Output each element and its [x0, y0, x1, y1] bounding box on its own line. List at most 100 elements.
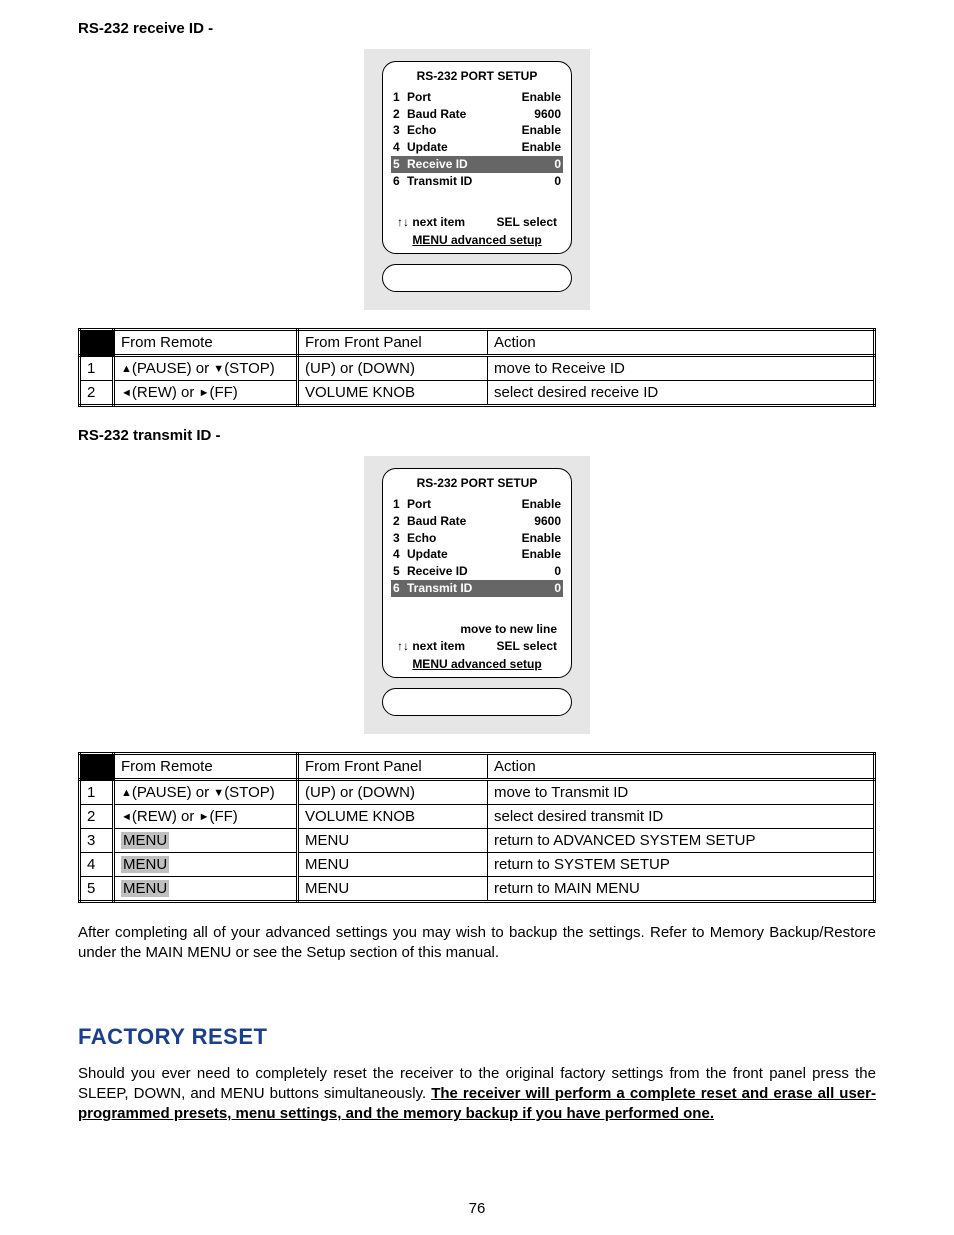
row-panel: (UP) or (DOWN): [298, 356, 488, 381]
row-remote: MENU: [114, 829, 298, 853]
lcd-row: 6Transmit ID0: [391, 580, 563, 597]
lcd-title: RS-232 PORT SETUP: [391, 475, 563, 492]
lcd-row-value: Enable: [522, 122, 561, 139]
table-header-remote: From Remote: [114, 754, 298, 780]
backup-paragraph: After completing all of your advanced se…: [78, 923, 876, 964]
lcd-rows: 1PortEnable2Baud Rate96003EchoEnable4Upd…: [391, 496, 563, 597]
lcd-screen: RS-232 PORT SETUP 1PortEnable2Baud Rate9…: [382, 61, 572, 254]
lcd-row-value: Enable: [522, 530, 561, 547]
table-header-blank: [80, 754, 114, 780]
lcd-row-num: 4: [393, 546, 407, 563]
table-header-panel: From Front Panel: [298, 330, 488, 356]
lcd-screen: RS-232 PORT SETUP 1PortEnable2Baud Rate9…: [382, 468, 572, 678]
lcd-hint-menu: MENU advanced setup: [391, 656, 563, 673]
lcd-row-num: 5: [393, 563, 407, 580]
lcd-rows: 1PortEnable2Baud Rate96003EchoEnable4Upd…: [391, 89, 563, 190]
row-panel: (UP) or (DOWN): [298, 780, 488, 805]
lcd-row-num: 6: [393, 173, 407, 190]
row-number: 2: [80, 805, 114, 829]
row-action: move to Receive ID: [488, 356, 875, 381]
table-header-remote: From Remote: [114, 330, 298, 356]
lcd-hints: move to new line ↑↓ next item SEL select…: [391, 621, 563, 673]
lcd-small-box: [382, 688, 572, 716]
lcd-row-value: Enable: [522, 139, 561, 156]
lcd-row: 2Baud Rate9600: [393, 106, 561, 123]
action-table-receive: From Remote From Front Panel Action 1▲(P…: [78, 328, 876, 407]
lcd-hint-left: ↑↓ next item: [397, 214, 465, 231]
row-action: return to SYSTEM SETUP: [488, 853, 875, 877]
lcd-row-num: 1: [393, 89, 407, 106]
row-number: 4: [80, 853, 114, 877]
table-body: 1▲(PAUSE) or ▼(STOP)(UP) or (DOWN)move t…: [80, 780, 875, 902]
lcd-hint-extra: move to new line: [391, 621, 563, 638]
lcd-row-label: Port: [407, 496, 522, 513]
row-panel: MENU: [298, 877, 488, 902]
lcd-row-value: 0: [525, 563, 561, 580]
lcd-row: 6Transmit ID0: [393, 173, 561, 190]
lcd-hints: ↑↓ next item SEL select MENU advanced se…: [391, 214, 563, 250]
lcd-row-label: Update: [407, 139, 522, 156]
row-remote: MENU: [114, 877, 298, 902]
lcd-row-value: 9600: [525, 513, 561, 530]
factory-reset-heading: FACTORY RESET: [78, 1024, 876, 1050]
lcd-diagram-receive: RS-232 PORT SETUP 1PortEnable2Baud Rate9…: [364, 49, 590, 310]
lcd-row: 4UpdateEnable: [393, 139, 561, 156]
lcd-small-box: [382, 264, 572, 292]
section-title: RS-232 transmit ID -: [78, 427, 876, 444]
row-action: select desired receive ID: [488, 381, 875, 406]
page-number: 76: [0, 1200, 954, 1217]
table-row: 3MENUMENUreturn to ADVANCED SYSTEM SETUP: [80, 829, 875, 853]
lcd-row-num: 2: [393, 513, 407, 530]
section-transmit-id: RS-232 transmit ID - RS-232 PORT SETUP 1…: [78, 427, 876, 903]
row-remote: ◄(REW) or ►(FF): [114, 805, 298, 829]
lcd-row-num: 3: [393, 530, 407, 547]
lcd-row-num: 4: [393, 139, 407, 156]
row-number: 3: [80, 829, 114, 853]
row-number: 5: [80, 877, 114, 902]
lcd-hint-left: ↑↓ next item: [397, 638, 465, 655]
lcd-row-label: Receive ID: [407, 563, 525, 580]
lcd-diagram-transmit: RS-232 PORT SETUP 1PortEnable2Baud Rate9…: [364, 456, 590, 734]
lcd-row: 2Baud Rate9600: [393, 513, 561, 530]
table-row: 1▲(PAUSE) or ▼(STOP)(UP) or (DOWN)move t…: [80, 356, 875, 381]
lcd-row-label: Port: [407, 89, 522, 106]
row-remote: ▲(PAUSE) or ▼(STOP): [114, 356, 298, 381]
lcd-row-value: 0: [525, 156, 561, 173]
section-receive-id: RS-232 receive ID - RS-232 PORT SETUP 1P…: [78, 20, 876, 407]
table-body: 1▲(PAUSE) or ▼(STOP)(UP) or (DOWN)move t…: [80, 356, 875, 406]
row-action: move to Transmit ID: [488, 780, 875, 805]
row-action: select desired transmit ID: [488, 805, 875, 829]
row-panel: MENU: [298, 853, 488, 877]
row-panel: VOLUME KNOB: [298, 805, 488, 829]
row-panel: MENU: [298, 829, 488, 853]
lcd-row: 1PortEnable: [393, 496, 561, 513]
lcd-row: 3EchoEnable: [393, 530, 561, 547]
lcd-row: 5Receive ID0: [391, 156, 563, 173]
lcd-row-label: Transmit ID: [407, 580, 525, 597]
row-panel: VOLUME KNOB: [298, 381, 488, 406]
lcd-row-value: Enable: [522, 89, 561, 106]
lcd-row-num: 1: [393, 496, 407, 513]
lcd-row-num: 3: [393, 122, 407, 139]
lcd-row-label: Transmit ID: [407, 173, 525, 190]
lcd-row-value: 9600: [525, 106, 561, 123]
table-row: 1▲(PAUSE) or ▼(STOP)(UP) or (DOWN)move t…: [80, 780, 875, 805]
row-remote: ◄(REW) or ►(FF): [114, 381, 298, 406]
table-header-panel: From Front Panel: [298, 754, 488, 780]
lcd-row-label: Echo: [407, 530, 522, 547]
table-header-action: Action: [488, 754, 875, 780]
action-table-transmit: From Remote From Front Panel Action 1▲(P…: [78, 752, 876, 903]
table-row: 5MENUMENUreturn to MAIN MENU: [80, 877, 875, 902]
lcd-row-value: Enable: [522, 496, 561, 513]
lcd-row-label: Baud Rate: [407, 106, 525, 123]
lcd-row-label: Receive ID: [407, 156, 525, 173]
row-number: 2: [80, 381, 114, 406]
lcd-row-num: 2: [393, 106, 407, 123]
row-action: return to MAIN MENU: [488, 877, 875, 902]
lcd-row-label: Baud Rate: [407, 513, 525, 530]
lcd-row-value: 0: [525, 580, 561, 597]
lcd-hint-menu: MENU advanced setup: [391, 232, 563, 249]
table-row: 2◄(REW) or ►(FF)VOLUME KNOBselect desire…: [80, 805, 875, 829]
lcd-row-value: Enable: [522, 546, 561, 563]
table-row: 2◄(REW) or ►(FF)VOLUME KNOBselect desire…: [80, 381, 875, 406]
